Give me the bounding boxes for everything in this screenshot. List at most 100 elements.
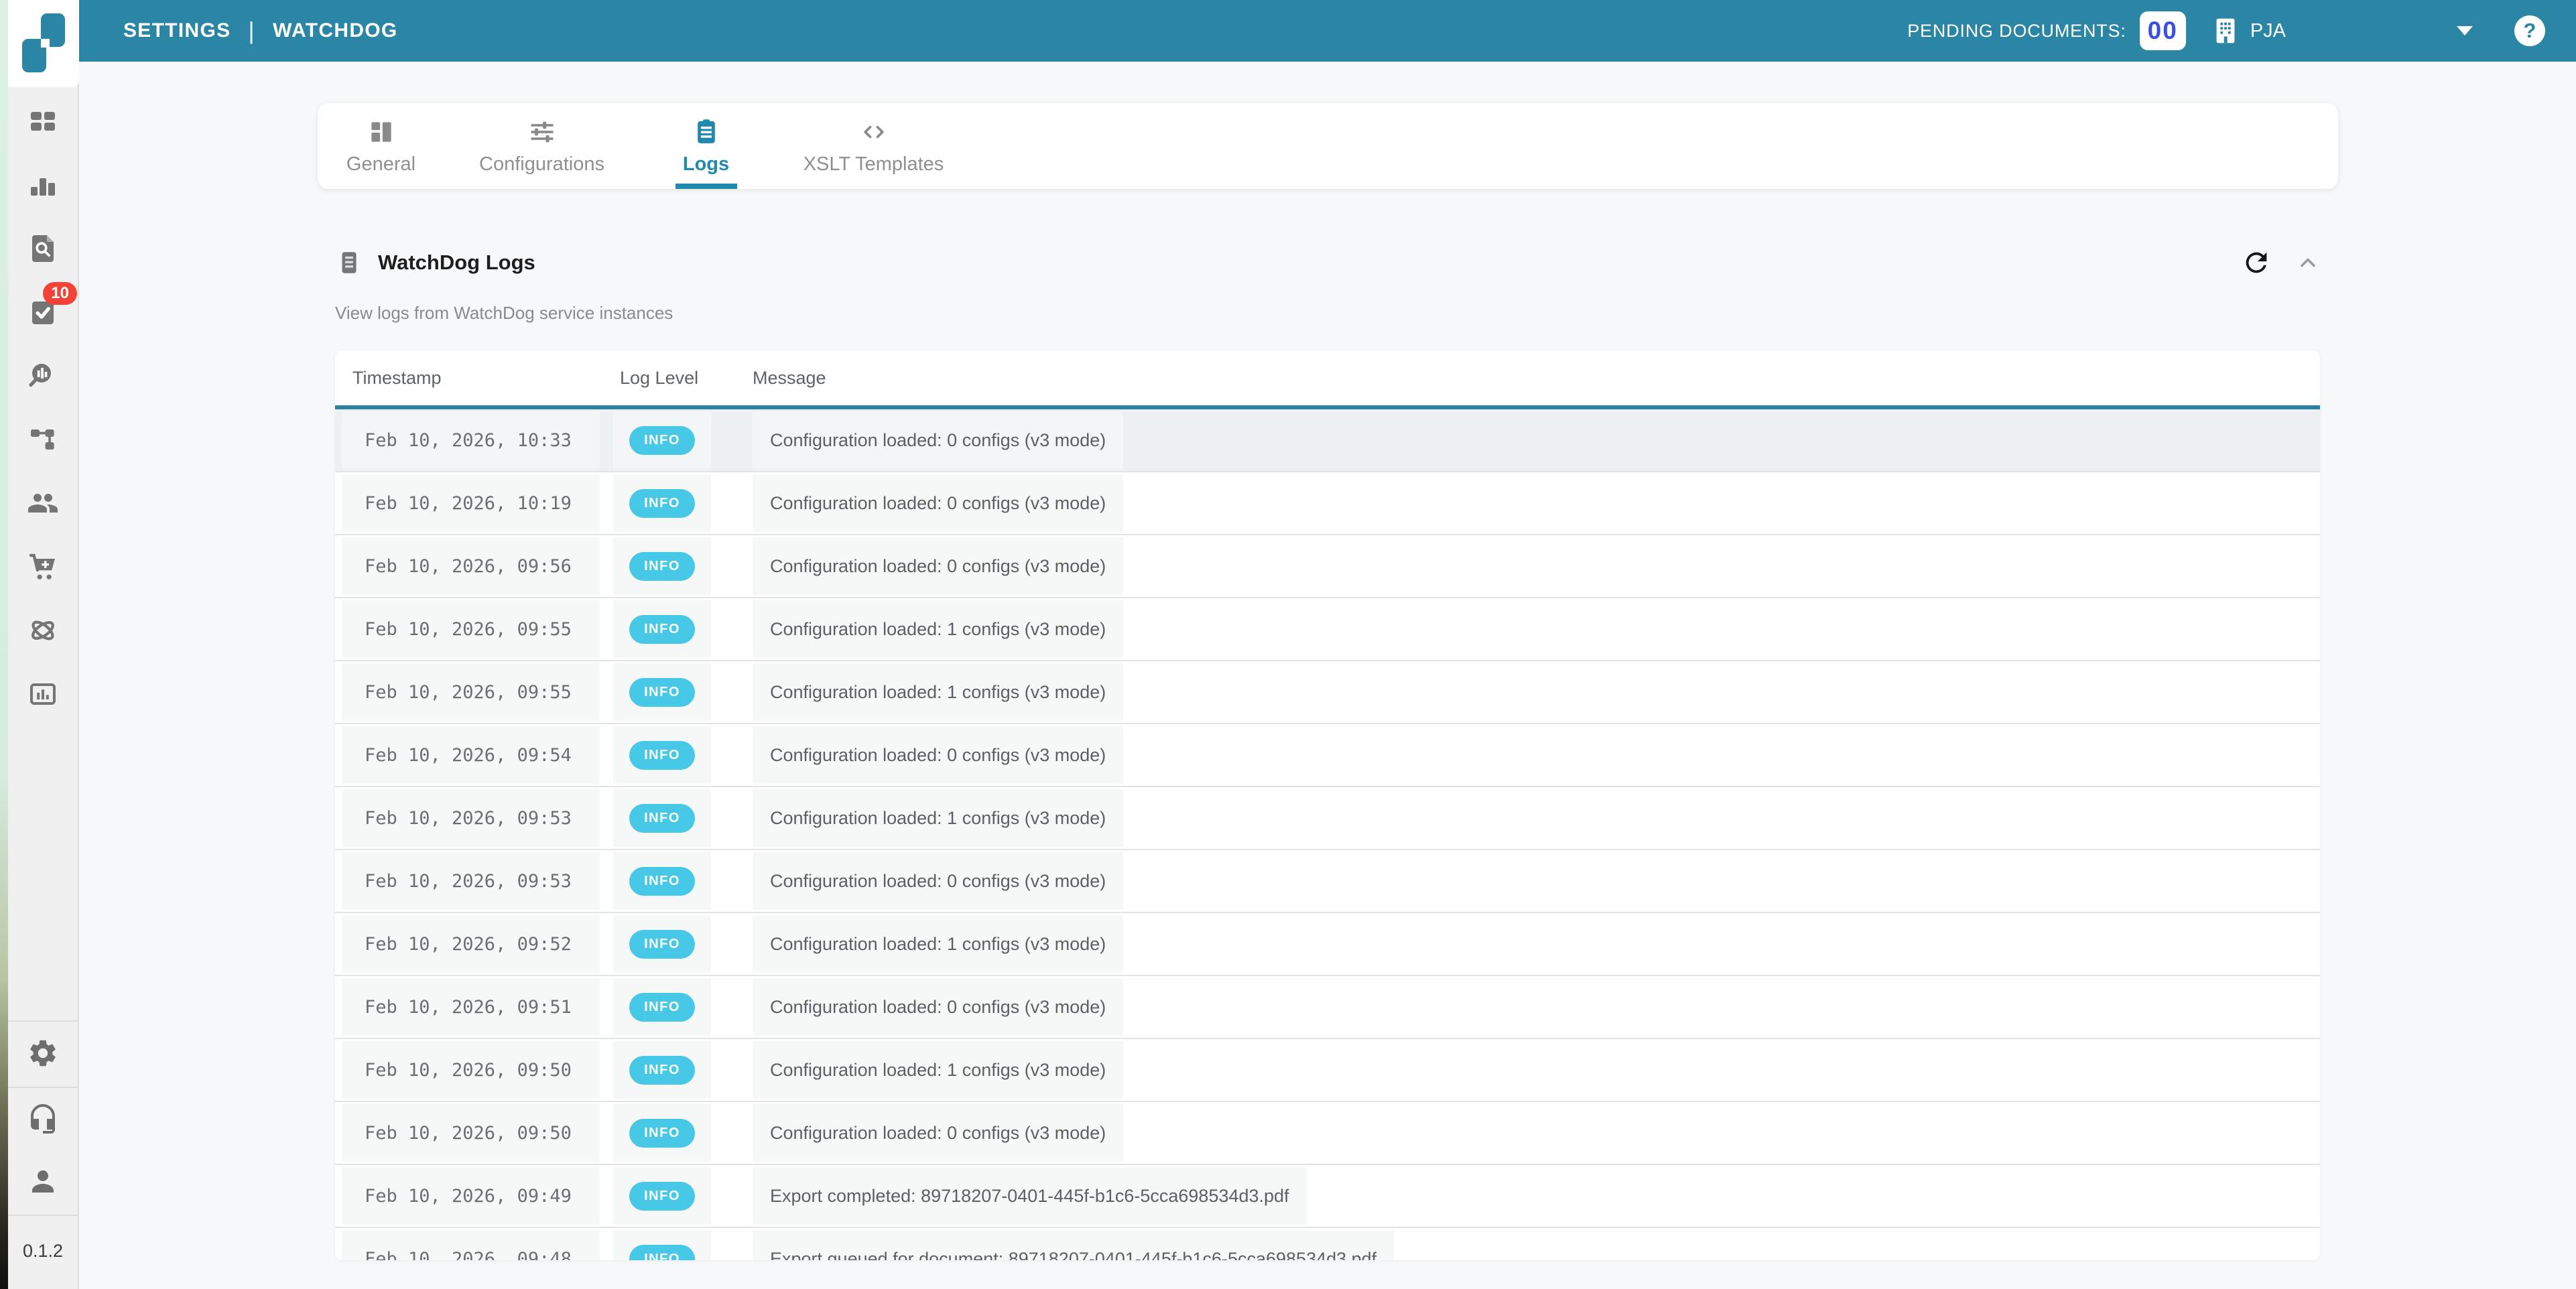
- sidebar-divider: [8, 1215, 78, 1216]
- table-header-row: TimestampLog LevelMessage: [335, 350, 2320, 409]
- log-timestamp-cell: Feb 10, 2026, 09:50: [335, 1039, 605, 1101]
- tab-label: General: [346, 153, 415, 176]
- log-row[interactable]: Feb 10, 2026, 10:33 INFO Configuration l…: [335, 409, 2320, 472]
- log-row[interactable]: Feb 10, 2026, 09:56 INFO Configuration l…: [335, 535, 2320, 598]
- log-level-badge: INFO: [629, 1182, 695, 1211]
- log-row[interactable]: Feb 10, 2026, 09:50 INFO Configuration l…: [335, 1102, 2320, 1165]
- tab-label: XSLT Templates: [803, 153, 944, 176]
- log-row[interactable]: Feb 10, 2026, 10:19 INFO Configuration l…: [335, 472, 2320, 535]
- refresh-icon[interactable]: [2241, 247, 2272, 278]
- log-message-cell: Configuration loaded: 0 configs (v3 mode…: [739, 472, 2320, 534]
- log-timestamp: Feb 10, 2026, 09:53: [365, 871, 572, 892]
- log-row[interactable]: Feb 10, 2026, 09:48 INFO Export queued f…: [335, 1228, 2320, 1260]
- sidebar-item-document-search[interactable]: [8, 216, 78, 280]
- organization-menu[interactable]: PJA: [2210, 15, 2286, 46]
- log-level-badge: INFO: [629, 867, 695, 896]
- log-timestamp-cell: Feb 10, 2026, 09:53: [335, 850, 605, 912]
- log-row[interactable]: Feb 10, 2026, 09:54 INFO Configuration l…: [335, 724, 2320, 787]
- wallpaper-edge: [0, 0, 8, 1289]
- tab-configurations[interactable]: Configurations: [445, 103, 639, 189]
- sidebar-item-users[interactable]: [8, 471, 78, 535]
- log-level-badge: INFO: [629, 993, 695, 1022]
- sidebar-item-add-cart[interactable]: [8, 535, 78, 598]
- log-message: Configuration loaded: 0 configs (v3 mode…: [770, 871, 1106, 892]
- sidebar-item-orbit[interactable]: [8, 598, 78, 662]
- log-timestamp: Feb 10, 2026, 09:55: [365, 682, 572, 703]
- log-message: Configuration loaded: 0 configs (v3 mode…: [770, 430, 1106, 451]
- help-icon[interactable]: ?: [2514, 15, 2545, 46]
- log-message: Configuration loaded: 1 configs (v3 mode…: [770, 934, 1106, 955]
- main-content: General Configurations Logs XSLT Templat…: [79, 62, 2576, 1289]
- log-level-cell: INFO: [605, 1228, 739, 1260]
- log-level-cell: INFO: [605, 1165, 739, 1227]
- sidebar-item-settings[interactable]: [8, 1037, 78, 1069]
- sidebar-divider: [8, 1020, 78, 1022]
- dashboard-icon: [27, 105, 59, 137]
- breadcrumb-section: SETTINGS: [123, 19, 231, 42]
- sidebar-item-bar-chart[interactable]: [8, 153, 78, 216]
- sidebar-item-search-insights[interactable]: [8, 344, 78, 407]
- tab-general[interactable]: General: [318, 103, 445, 189]
- log-message: Configuration loaded: 1 configs (v3 mode…: [770, 808, 1106, 829]
- headset-icon: [27, 1103, 59, 1135]
- sidebar-item-workflow-tree[interactable]: [8, 407, 78, 471]
- app-logo[interactable]: [8, 0, 79, 87]
- workflow-icon: [27, 423, 59, 456]
- collapse-chevron-up-icon[interactable]: [2296, 251, 2320, 275]
- log-message: Export queued for document: 89718207-040…: [770, 1249, 1376, 1261]
- add-cart-icon: [27, 551, 59, 583]
- log-message-cell: Configuration loaded: 0 configs (v3 mode…: [739, 976, 2320, 1038]
- log-row[interactable]: Feb 10, 2026, 09:55 INFO Configuration l…: [335, 661, 2320, 724]
- log-timestamp: Feb 10, 2026, 10:33: [365, 430, 572, 451]
- log-message: Configuration loaded: 0 configs (v3 mode…: [770, 556, 1106, 577]
- log-level-cell: INFO: [605, 598, 739, 660]
- person-icon: [27, 1165, 59, 1197]
- chevron-down-icon[interactable]: [2457, 26, 2473, 36]
- log-timestamp-cell: Feb 10, 2026, 09:49: [335, 1165, 605, 1227]
- log-timestamp-cell: Feb 10, 2026, 09:56: [335, 535, 605, 597]
- log-level-badge: INFO: [629, 930, 695, 959]
- search-insights-icon: [27, 360, 59, 392]
- sidebar-item-support[interactable]: [8, 1103, 78, 1135]
- log-timestamp: Feb 10, 2026, 09:53: [365, 808, 572, 829]
- breadcrumb-page: WATCHDOG: [273, 19, 398, 42]
- log-timestamp: Feb 10, 2026, 10:19: [365, 493, 572, 514]
- sidebar-item-dashboard[interactable]: [8, 89, 78, 153]
- log-message-cell: Configuration loaded: 1 configs (v3 mode…: [739, 1039, 2320, 1101]
- log-row[interactable]: Feb 10, 2026, 09:53 INFO Configuration l…: [335, 787, 2320, 850]
- breadcrumb: SETTINGS | WATCHDOG: [79, 17, 398, 45]
- log-message-cell: Configuration loaded: 0 configs (v3 mode…: [739, 724, 2320, 786]
- log-message-cell: Configuration loaded: 0 configs (v3 mode…: [739, 1102, 2320, 1164]
- tab-xslt-templates[interactable]: XSLT Templates: [773, 103, 974, 189]
- sidebar-item-account[interactable]: [8, 1165, 78, 1197]
- log-row[interactable]: Feb 10, 2026, 09:49 INFO Export complete…: [335, 1165, 2320, 1228]
- log-level-cell: INFO: [605, 535, 739, 597]
- report-icon: [27, 678, 59, 710]
- log-level-badge: INFO: [629, 1119, 695, 1148]
- pending-documents-label: PENDING DOCUMENTS:: [1907, 21, 2126, 42]
- gear-icon: [27, 1037, 59, 1069]
- log-row[interactable]: Feb 10, 2026, 09:55 INFO Configuration l…: [335, 598, 2320, 661]
- log-level-cell: INFO: [605, 1039, 739, 1101]
- tune-icon: [527, 117, 557, 147]
- log-timestamp: Feb 10, 2026, 09:56: [365, 556, 572, 577]
- column-header-message: Message: [739, 368, 2320, 389]
- tab-logs[interactable]: Logs: [639, 103, 773, 189]
- log-row[interactable]: Feb 10, 2026, 09:53 INFO Configuration l…: [335, 850, 2320, 913]
- log-message: Configuration loaded: 0 configs (v3 mode…: [770, 493, 1106, 514]
- log-row[interactable]: Feb 10, 2026, 09:50 INFO Configuration l…: [335, 1039, 2320, 1102]
- log-message-cell: Configuration loaded: 1 configs (v3 mode…: [739, 787, 2320, 849]
- log-level-cell: INFO: [605, 976, 739, 1038]
- log-level-cell: INFO: [605, 472, 739, 534]
- log-timestamp: Feb 10, 2026, 09:50: [365, 1060, 572, 1081]
- sidebar-item-tasks[interactable]: 10: [8, 280, 78, 344]
- log-message: Configuration loaded: 1 configs (v3 mode…: [770, 619, 1106, 640]
- log-row[interactable]: Feb 10, 2026, 09:51 INFO Configuration l…: [335, 976, 2320, 1039]
- log-level-cell: INFO: [605, 850, 739, 912]
- sidebar-item-report-box[interactable]: [8, 662, 78, 726]
- topbar-right: PENDING DOCUMENTS: 00 PJA ?: [1907, 11, 2576, 50]
- log-timestamp-cell: Feb 10, 2026, 10:19: [335, 472, 605, 534]
- log-level-cell: INFO: [605, 724, 739, 786]
- log-row[interactable]: Feb 10, 2026, 09:52 INFO Configuration l…: [335, 913, 2320, 976]
- log-message-cell: Configuration loaded: 1 configs (v3 mode…: [739, 913, 2320, 975]
